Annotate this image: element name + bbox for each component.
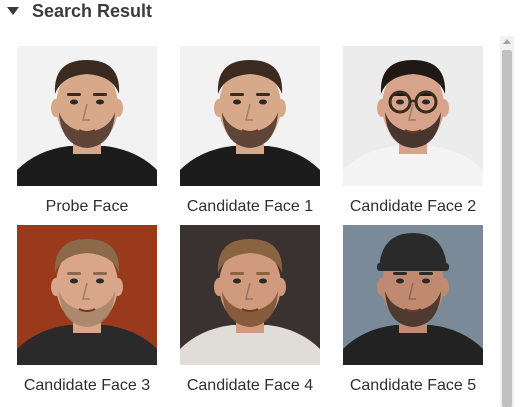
face-caption: Candidate Face 4 xyxy=(186,377,314,394)
search-result-header[interactable]: Search Result xyxy=(0,0,520,24)
result-grid: Probe Face Candidate Face 1 Candidate Fa… xyxy=(0,36,500,407)
caret-down-icon[interactable] xyxy=(7,7,19,15)
face-caption: Candidate Face 1 xyxy=(186,198,314,215)
scrollbar-thumb[interactable] xyxy=(502,50,512,407)
face-caption: Candidate Face 5 xyxy=(349,377,477,394)
face-photo[interactable] xyxy=(343,225,483,365)
face-photo[interactable] xyxy=(343,46,483,186)
face-photo[interactable] xyxy=(17,225,157,365)
section-title: Search Result xyxy=(32,1,153,21)
face-photo[interactable] xyxy=(180,46,320,186)
face-caption: Candidate Face 3 xyxy=(23,377,151,394)
face-caption: Candidate Face 2 xyxy=(349,198,477,215)
face-caption: Probe Face xyxy=(45,198,129,215)
face-photo[interactable] xyxy=(17,46,157,186)
vertical-scrollbar[interactable] xyxy=(500,36,514,407)
search-result-panel: Search Result Probe Face Candidate Face … xyxy=(0,0,520,407)
scroll-up-arrow-icon[interactable] xyxy=(503,39,511,44)
face-photo[interactable] xyxy=(180,225,320,365)
